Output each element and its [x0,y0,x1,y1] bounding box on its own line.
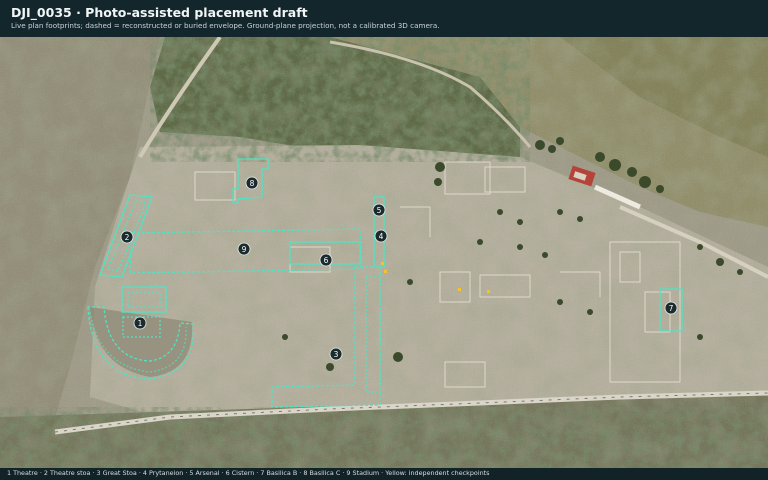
checkpoint[interactable] [381,262,384,265]
marker-3[interactable]: 3 [329,347,343,361]
marker-label: 1 [138,319,143,328]
marker-1[interactable]: 1 [133,316,147,330]
marker-label: 7 [669,304,674,313]
marker-label: 9 [242,245,247,254]
page-subtitle: Live plan footprints; dashed = reconstru… [11,21,440,30]
marker-label: 6 [324,256,329,265]
checkpoint[interactable] [487,290,490,293]
map-canvas[interactable]: 1 2 3 4 5 6 7 8 9 [0,37,768,468]
marker-label: 8 [250,179,255,188]
header-bar: DJI_0035 · Photo-assisted placement draf… [0,0,768,37]
marker-label: 5 [377,206,382,215]
marker-label: 2 [125,233,130,242]
marker-9[interactable]: 9 [237,242,251,256]
legend-text: 1 Theatre · 2 Theatre stoa · 3 Great Sto… [7,469,490,477]
marker-8[interactable]: 8 [245,176,259,190]
page-title: DJI_0035 · Photo-assisted placement draf… [11,5,308,20]
legend-bar: 1 Theatre · 2 Theatre stoa · 3 Great Sto… [0,468,768,480]
marker-4[interactable]: 4 [374,229,388,243]
marker-2[interactable]: 2 [120,230,134,244]
marker-7[interactable]: 7 [664,301,678,315]
checkpoint[interactable] [384,270,387,273]
checkpoint[interactable] [458,288,461,291]
marker-6[interactable]: 6 [319,253,333,267]
aerial-map[interactable]: 1 2 3 4 5 6 7 8 9 [0,37,768,468]
marker-label: 3 [334,350,339,359]
marker-label: 4 [379,232,384,241]
marker-5[interactable]: 5 [372,203,386,217]
app-root: DJI_0035 · Photo-assisted placement draf… [0,0,768,480]
